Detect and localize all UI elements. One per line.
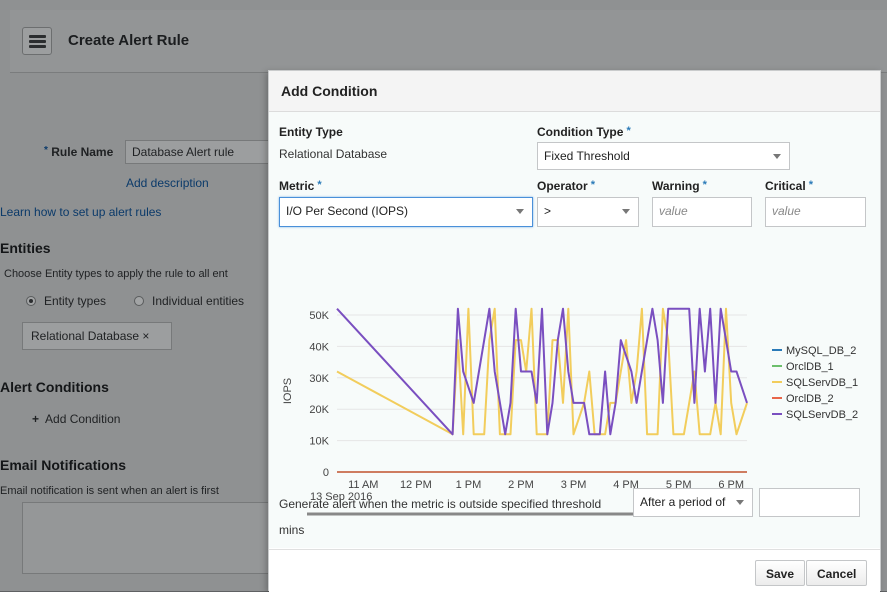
dialog-title: Add Condition <box>281 83 378 99</box>
x-tick-label: 1 PM <box>456 479 482 491</box>
mins-text: mins <box>279 523 305 537</box>
add-condition-dialog: Add Condition Entity Type Relational Dat… <box>268 70 881 592</box>
warning-input[interactable]: value <box>652 197 752 227</box>
entity-tag-relational-database[interactable]: Relational Database × <box>22 322 172 350</box>
email-notifications-heading: Email Notifications <box>0 457 127 473</box>
individual-entities-label: Individual entities <box>152 294 245 308</box>
period-input[interactable] <box>759 488 860 517</box>
y-axis-label: IOPS <box>282 378 294 404</box>
dialog-body: Entity Type Relational Database Conditio… <box>269 112 880 548</box>
entity-type-label: Entity Type <box>279 125 343 139</box>
plus-icon: + <box>32 412 40 426</box>
metric-label: Metric * <box>279 179 322 193</box>
x-tick-label: 2 PM <box>508 479 534 491</box>
chevron-down-icon <box>516 209 524 214</box>
x-tick-label: 11 AM <box>348 479 378 491</box>
x-tick-label: 3 PM <box>561 479 587 491</box>
entity-types-label: Entity types <box>44 294 107 308</box>
warning-label: Warning * <box>652 179 707 193</box>
email-hint: Email notification is sent when an alert… <box>0 485 219 497</box>
entities-hint: Choose Entity types to apply the rule to… <box>4 268 228 280</box>
entity-types-radio[interactable] <box>26 296 36 306</box>
threshold-text: Generate alert when the metric is outsid… <box>279 497 602 511</box>
y-tick-label: 0 <box>323 467 329 479</box>
add-description-link[interactable]: Add description <box>126 176 209 190</box>
rule-name-input[interactable]: Database Alert rule <box>125 140 275 164</box>
condition-type-label: Condition Type * <box>537 125 631 139</box>
email-recipients-box[interactable] <box>22 502 282 574</box>
chevron-down-icon <box>736 500 744 505</box>
entity-type-value: Relational Database <box>279 147 388 161</box>
save-button[interactable]: Save <box>755 560 806 586</box>
operator-select[interactable]: > <box>537 197 639 227</box>
page-header: Create Alert Rule <box>10 10 887 73</box>
page-title: Create Alert Rule <box>68 32 190 49</box>
legend-item: SQLServDB_1 <box>786 377 858 389</box>
individual-entities-radio[interactable] <box>134 296 144 306</box>
rule-name-label: * Rule Name <box>44 145 114 159</box>
operator-label: Operator * <box>537 179 595 193</box>
period-select[interactable]: After a period of <box>633 488 753 517</box>
entities-heading: Entities <box>0 240 51 256</box>
condition-type-select[interactable]: Fixed Threshold <box>537 142 790 170</box>
y-tick-label: 50K <box>309 310 329 322</box>
legend-item: SQLServDB_2 <box>786 409 858 421</box>
y-tick-label: 30K <box>309 373 329 385</box>
dialog-footer: Save Cancel <box>269 549 880 592</box>
critical-input[interactable]: value <box>765 197 866 227</box>
legend-item: OrclDB_2 <box>786 393 834 405</box>
metric-select[interactable]: I/O Per Second (IOPS) <box>279 197 533 227</box>
y-tick-label: 40K <box>309 341 329 353</box>
add-condition-link[interactable]: + Add Condition <box>32 412 120 426</box>
chevron-down-icon <box>773 154 781 159</box>
dialog-header: Add Condition <box>269 71 880 112</box>
series-line-sqlservdb-2 <box>336 307 748 436</box>
critical-label: Critical * <box>765 179 813 193</box>
hamburger-menu-icon[interactable] <box>22 27 52 55</box>
cancel-button[interactable]: Cancel <box>806 560 868 586</box>
alert-conditions-heading: Alert Conditions <box>0 379 109 395</box>
chevron-down-icon <box>622 209 630 214</box>
y-tick-label: 10K <box>309 436 329 448</box>
legend-item: OrclDB_1 <box>786 361 834 373</box>
y-tick-label: 20K <box>309 404 329 416</box>
legend-item: MySQL_DB_2 <box>786 345 856 357</box>
x-tick-label: 12 PM <box>400 479 432 491</box>
learn-alert-rules-link[interactable]: Learn how to set up alert rules <box>0 205 161 219</box>
